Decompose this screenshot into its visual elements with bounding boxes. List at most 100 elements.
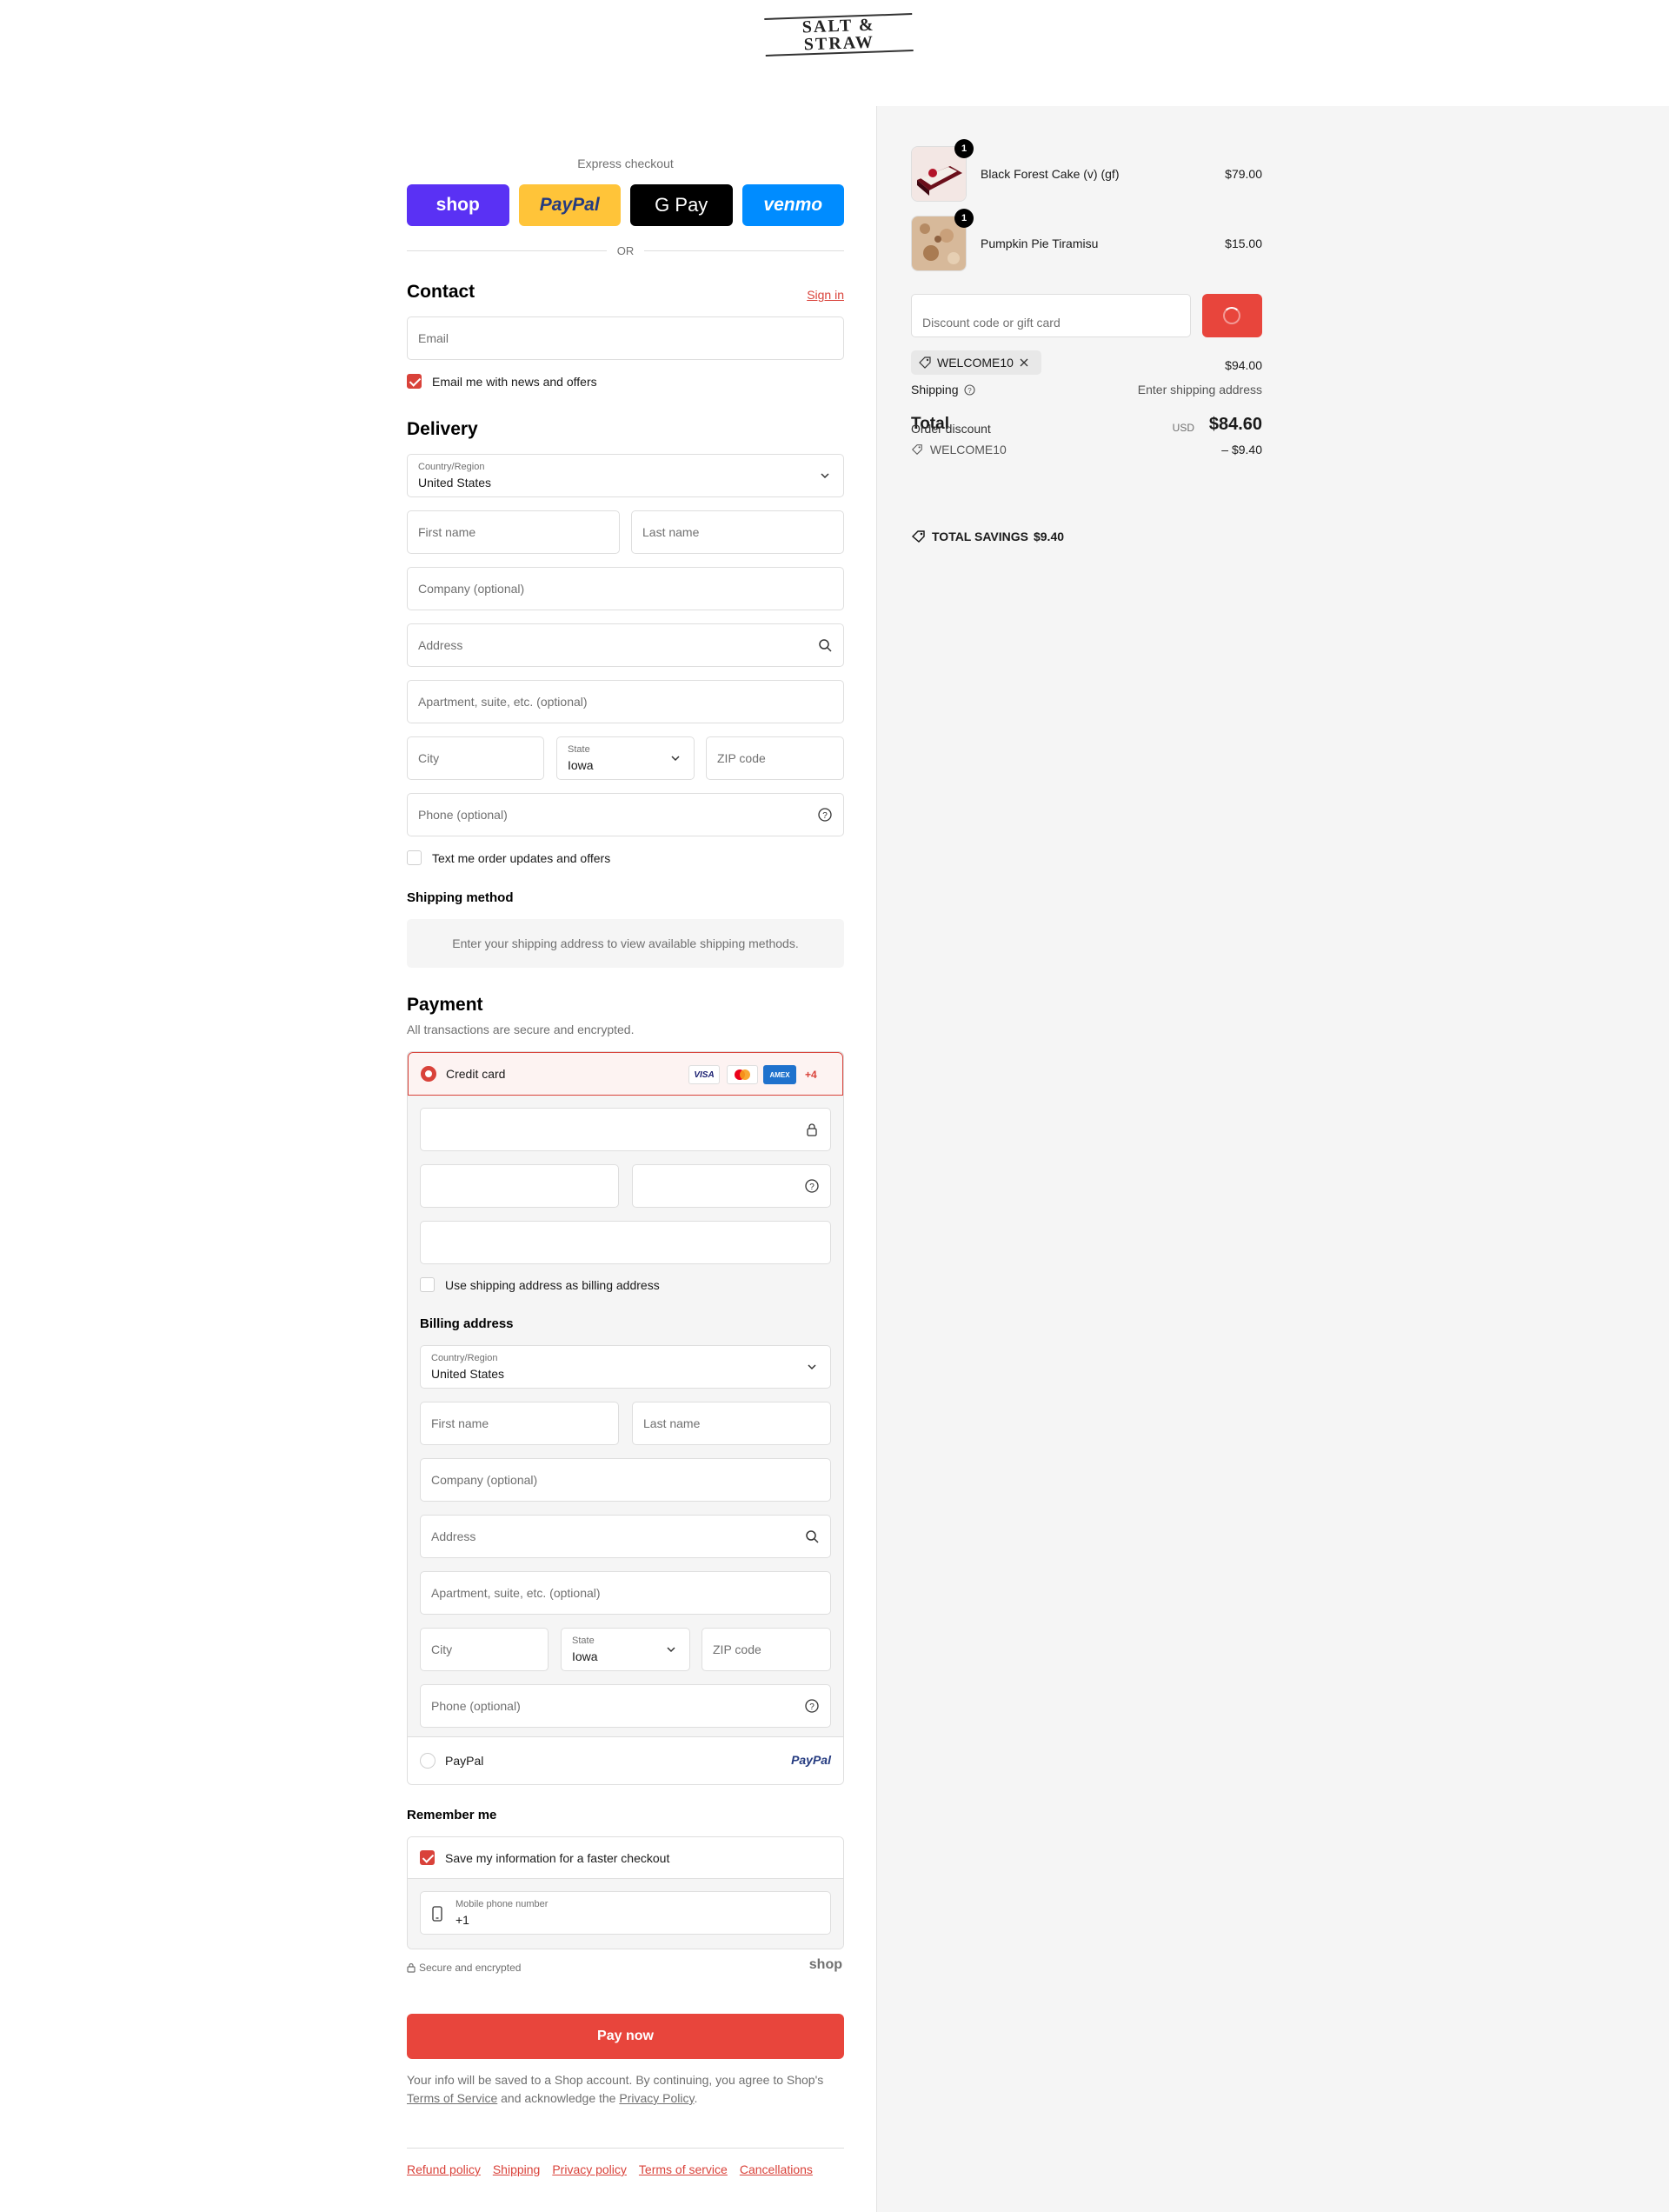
billing-country-value: United States — [431, 1367, 505, 1381]
billing-state-select[interactable]: State Iowa — [561, 1628, 690, 1671]
shop-logo: shop — [808, 1957, 842, 1972]
email-field[interactable]: Email — [407, 316, 844, 360]
discount-code-label: WELCOME10 — [929, 443, 1007, 456]
sign-in-link[interactable]: Sign in — [807, 288, 844, 302]
privacy-policy-link[interactable]: Privacy Policy — [619, 2091, 694, 2105]
help-icon[interactable]: ? — [964, 384, 975, 396]
discount-code-placeholder: Discount code or gift card — [922, 316, 1061, 330]
remember-me-heading: Remember me — [407, 1808, 497, 1822]
svg-text:?: ? — [822, 811, 828, 821]
billing-address-field[interactable]: Address — [420, 1515, 831, 1558]
applied-discount-code: WELCOME10 — [937, 356, 1014, 370]
apartment-placeholder: Apartment, suite, etc. (optional) — [418, 695, 588, 709]
brand-logo-shadow — [778, 42, 900, 68]
billing-zip-placeholder: ZIP code — [713, 1642, 761, 1656]
billing-country-label: Country/Region — [431, 1353, 498, 1363]
card-number-field[interactable] — [420, 1108, 831, 1151]
credit-card-radio[interactable] — [421, 1066, 436, 1082]
paypal-button[interactable]: PayPal — [518, 184, 621, 226]
sms-label: Text me order updates and offers — [432, 851, 611, 865]
item-name: Black Forest Cake (v) (gf) — [981, 167, 1120, 181]
shipping-value: Enter shipping address — [1137, 383, 1262, 396]
mobile-phone-field[interactable]: Mobile phone number +1 — [420, 1891, 831, 1935]
city-placeholder: City — [418, 751, 440, 765]
phone-field[interactable]: Phone (optional) ? — [407, 793, 844, 836]
cancellations-link[interactable]: Cancellations — [740, 2162, 813, 2176]
terms-of-service-footer-link[interactable]: Terms of service — [639, 2162, 728, 2176]
shop-pay-button[interactable]: shop — [407, 184, 509, 226]
address-field[interactable]: Address — [407, 623, 844, 667]
billing-company-field[interactable]: Company (optional) — [420, 1458, 831, 1502]
item-name: Pumpkin Pie Tiramisu — [981, 237, 1099, 250]
chevron-down-icon — [821, 473, 829, 479]
paypal-option[interactable]: PayPal PayPal — [408, 1736, 843, 1784]
search-icon — [819, 639, 832, 652]
city-field[interactable]: City — [407, 736, 544, 780]
expiration-date-field[interactable] — [420, 1164, 619, 1208]
refund-policy-link[interactable]: Refund policy — [407, 2162, 481, 2176]
google-pay-button[interactable]: G Pay — [630, 184, 733, 226]
billing-apartment-field[interactable]: Apartment, suite, etc. (optional) — [420, 1571, 831, 1615]
state-value: Iowa — [568, 758, 594, 772]
email-placeholder: Email — [418, 331, 449, 345]
express-checkout-buttons: shop PayPal G Pay venmo — [407, 184, 844, 226]
credit-card-option[interactable]: Credit card VISA AMEX +4 — [408, 1052, 843, 1096]
paypal-label: PayPal — [445, 1754, 484, 1768]
billing-first-name-field[interactable]: First name — [420, 1402, 619, 1445]
billing-zip-field[interactable]: ZIP code — [702, 1628, 831, 1671]
billing-city-field[interactable]: City — [420, 1628, 549, 1671]
payment-subtitle: All transactions are secure and encrypte… — [407, 1023, 635, 1036]
apartment-field[interactable]: Apartment, suite, etc. (optional) — [407, 680, 844, 723]
security-code-field[interactable]: ? — [632, 1164, 831, 1208]
shipping-method-message: Enter your shipping address to view avai… — [407, 919, 844, 968]
billing-last-name-field[interactable]: Last name — [632, 1402, 831, 1445]
discount-code-input[interactable]: Discount code or gift card — [911, 294, 1191, 337]
paypal-button-label: PayPal — [539, 195, 600, 215]
svg-text:?: ? — [809, 1702, 815, 1712]
last-name-field[interactable]: Last name — [631, 510, 844, 554]
use-shipping-as-billing-checkbox[interactable] — [420, 1277, 435, 1292]
terms-of-service-link[interactable]: Terms of Service — [407, 2091, 497, 2105]
lock-icon — [407, 1962, 416, 1973]
close-icon[interactable] — [1019, 357, 1029, 368]
country-select[interactable]: Country/Region United States — [407, 454, 844, 497]
pay-now-button[interactable]: Pay now — [407, 2014, 844, 2059]
payment-methods: Credit card VISA AMEX +4 ? Use shipping … — [407, 1051, 844, 1785]
applied-discount-tag: WELCOME10 — [911, 350, 1041, 375]
delivery-heading: Delivery — [407, 419, 478, 439]
paypal-radio[interactable] — [420, 1753, 436, 1769]
first-name-field[interactable]: First name — [407, 510, 620, 554]
billing-address-heading: Billing address — [420, 1316, 514, 1331]
chevron-down-icon — [671, 756, 680, 762]
help-icon[interactable]: ? — [804, 1178, 820, 1194]
newsletter-checkbox[interactable] — [407, 374, 422, 389]
zip-field[interactable]: ZIP code — [706, 736, 844, 780]
venmo-button[interactable]: venmo — [741, 184, 844, 226]
state-select[interactable]: State Iowa — [556, 736, 695, 780]
tag-icon — [912, 444, 922, 455]
total-savings-label: TOTAL SAVINGS — [932, 530, 1028, 543]
billing-country-select[interactable]: Country/Region United States — [420, 1345, 831, 1389]
svg-text:?: ? — [809, 1183, 815, 1192]
paypal-logo: PayPal — [791, 1753, 831, 1767]
first-name-placeholder: First name — [418, 525, 476, 539]
shipping-label: Shipping — [911, 383, 959, 396]
sms-checkbox[interactable] — [407, 850, 422, 865]
billing-phone-field[interactable]: Phone (optional) ? — [420, 1684, 831, 1728]
apply-discount-button[interactable] — [1202, 294, 1262, 337]
privacy-policy-footer-link[interactable]: Privacy policy — [552, 2162, 627, 2176]
billing-apartment-placeholder: Apartment, suite, etc. (optional) — [431, 1586, 601, 1600]
company-field[interactable]: Company (optional) — [407, 567, 844, 610]
address-placeholder: Address — [418, 638, 463, 652]
legal-text: Your info will be saved to a Shop accoun… — [407, 2071, 844, 2108]
shipping-link[interactable]: Shipping — [493, 2162, 541, 2176]
remember-me-details: Mobile phone number +1 — [408, 1879, 843, 1949]
billing-state-value: Iowa — [572, 1649, 598, 1663]
help-icon[interactable]: ? — [817, 807, 833, 823]
brand-logo[interactable]: SALT & STRAW — [756, 9, 921, 70]
item-price: $79.00 — [1225, 167, 1262, 181]
help-icon[interactable]: ? — [804, 1698, 820, 1714]
save-info-row[interactable]: Save my information for a faster checkou… — [408, 1837, 843, 1879]
name-on-card-field[interactable] — [420, 1221, 831, 1264]
save-info-checkbox[interactable] — [420, 1850, 435, 1865]
